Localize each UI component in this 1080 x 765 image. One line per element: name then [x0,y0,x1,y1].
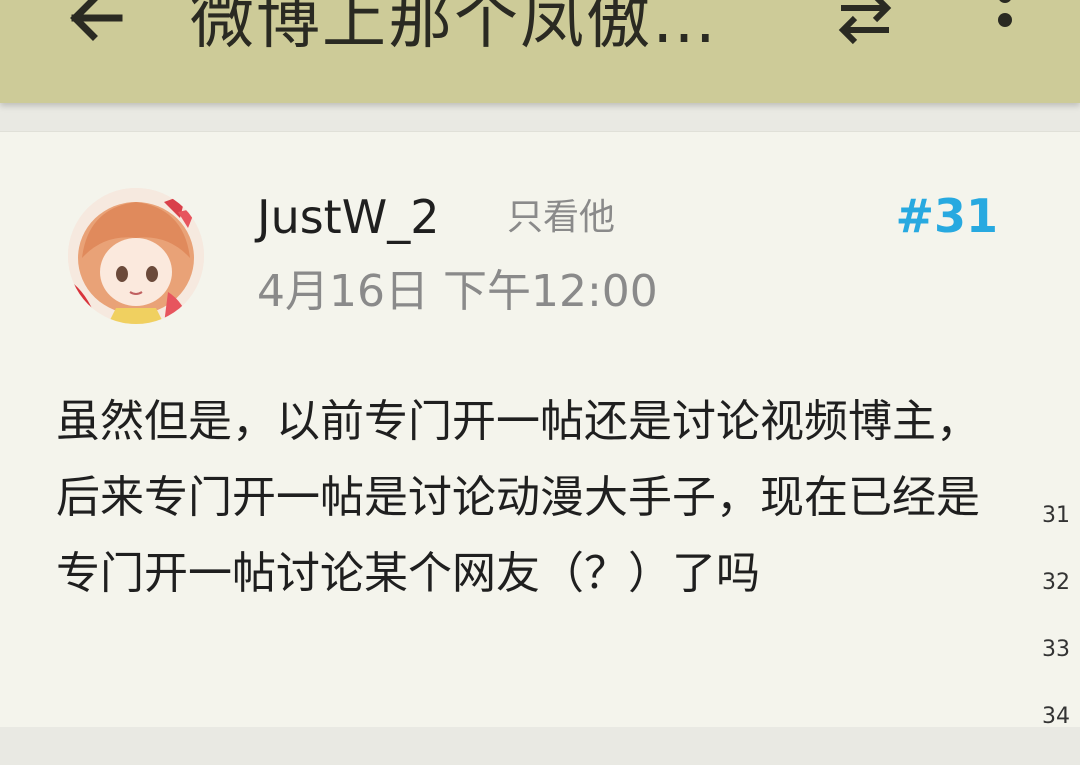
only-him-button[interactable]: 只看他 [507,190,615,246]
scroll-index-31: 31 [1042,503,1070,528]
scroll-index-33: 33 [1042,637,1070,662]
post-timestamp: 4月16日 下午12:00 [257,266,658,317]
page-title: 微博上那个凤傲… [190,0,718,58]
avatar[interactable] [68,188,204,324]
scroll-index-34: 34 [1042,704,1070,729]
floor-number: #31 [895,189,998,243]
app-toolbar: 微博上那个凤傲… [0,0,1080,103]
arrow-left-icon [70,0,123,41]
scroll-index-32: 32 [1042,570,1070,595]
post-card: JustW_2 只看他 #31 4月16日 下午12:00 虽然但是，以前专门开… [0,131,1080,728]
post-content: 虽然但是，以前专门开一帖还是讨论视频博主，后来专门开一帖是讨论动漫大手子，现在已… [56,396,980,599]
more-button[interactable] [975,0,1035,46]
next-card-edge [0,727,1080,765]
swap-icon [838,0,892,45]
more-vert-icon [998,0,1012,27]
swap-button[interactable] [830,0,900,48]
back-button[interactable] [60,0,130,48]
username[interactable]: JustW_2 [257,187,439,247]
separator [0,103,1080,131]
